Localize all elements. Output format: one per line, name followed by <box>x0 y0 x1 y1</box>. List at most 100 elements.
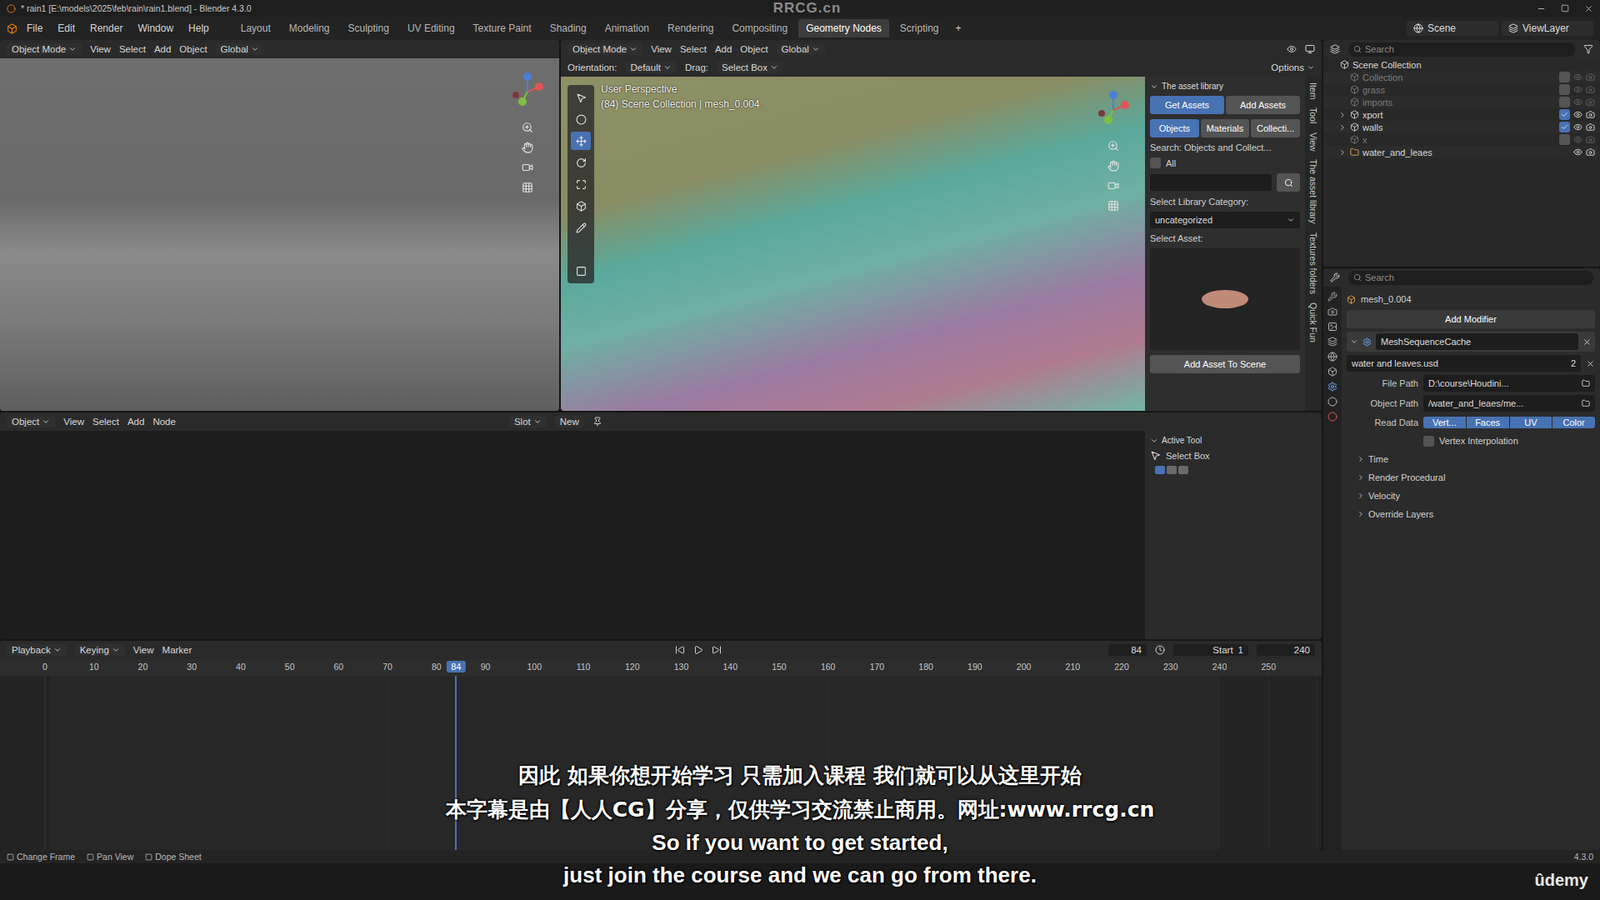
modifier-name[interactable]: MeshSequenceCache <box>1375 333 1579 350</box>
viewport-menu[interactable]: View <box>90 44 111 55</box>
sidebar-tab[interactable]: Quick Fun <box>1308 300 1319 345</box>
material-tab-icon[interactable] <box>1327 411 1338 422</box>
read-data-toggle[interactable]: Vert... <box>1423 416 1466 429</box>
viewport-menu[interactable]: Object <box>179 44 207 55</box>
workspace-tab[interactable]: Animation <box>597 19 657 38</box>
viewport-menu[interactable]: Global <box>215 43 265 55</box>
render-icon[interactable] <box>1585 85 1595 95</box>
outliner-row[interactable]: walls <box>1323 120 1600 134</box>
timeline-menu[interactable]: View <box>133 645 155 655</box>
sidebar-tab[interactable]: Item <box>1308 80 1319 102</box>
filter-icon[interactable] <box>1583 44 1594 55</box>
blender-menu-icon[interactable] <box>6 23 18 35</box>
visibility-icon[interactable] <box>1573 135 1583 145</box>
workspace-tab[interactable]: Modeling <box>281 19 338 38</box>
object-tab-icon[interactable] <box>1327 366 1338 377</box>
physics-tab-icon[interactable] <box>1327 396 1338 407</box>
output-tab-icon[interactable] <box>1327 321 1338 332</box>
navigation-gizmo[interactable] <box>1091 88 1135 212</box>
outliner-row[interactable]: xport <box>1323 108 1600 121</box>
grid-icon[interactable] <box>1107 200 1120 212</box>
exclude-checkbox[interactable] <box>1559 84 1570 95</box>
panel-title[interactable]: The asset library <box>1150 81 1300 91</box>
playhead-badge[interactable]: 84 <box>446 660 465 673</box>
tool-setting-menu[interactable]: Select Box <box>716 61 784 74</box>
timeline-canvas[interactable]: 0102030405060708090100110120130140150160… <box>0 659 1322 850</box>
workspace-tab[interactable]: Sculpting <box>340 19 397 38</box>
node-canvas[interactable] <box>0 430 1145 640</box>
menu-item[interactable]: Render <box>84 20 129 37</box>
viewport-menu[interactable]: Global <box>776 43 825 55</box>
pan-hand-icon[interactable] <box>521 141 534 154</box>
exclude-checkbox[interactable] <box>1559 134 1570 145</box>
pin-icon[interactable] <box>592 416 603 427</box>
menu-item[interactable]: Edit <box>51 20 81 37</box>
slot-dropdown[interactable]: Slot <box>509 415 547 428</box>
pan-hand-icon[interactable] <box>1107 160 1120 172</box>
render-icon[interactable] <box>1585 135 1595 145</box>
asset-preview[interactable] <box>1150 248 1300 350</box>
sidebar-tab[interactable]: The asset library <box>1308 156 1319 227</box>
viewport-menu[interactable]: Select <box>680 44 707 55</box>
workspace-tab[interactable]: Geometry Nodes <box>798 19 890 38</box>
menu-item[interactable]: Window <box>131 20 180 37</box>
menu-item[interactable]: Help <box>182 20 215 37</box>
expand-icon[interactable] <box>1338 123 1347 132</box>
viewport-canvas[interactable]: User Perspective(84) Scene Collection | … <box>560 76 1145 411</box>
viewport-menu[interactable]: Add <box>154 44 171 55</box>
visibility-icon[interactable] <box>1573 110 1583 120</box>
visibility-icon[interactable] <box>1573 72 1583 82</box>
node-editor-menu[interactable]: Add <box>127 416 145 427</box>
tool-button[interactable] <box>570 261 591 280</box>
start-frame-field[interactable]: Start1 <box>1173 644 1249 656</box>
cache-file-field[interactable]: water and leaves.usd2 <box>1346 355 1581 372</box>
asset-button[interactable]: Get Assets <box>1150 95 1225 115</box>
vertex-interpolation-checkbox[interactable] <box>1423 435 1435 447</box>
menu-item[interactable]: File <box>20 20 49 37</box>
playhead-line[interactable] <box>455 675 457 850</box>
jump-start-icon[interactable] <box>675 645 685 655</box>
jump-end-icon[interactable] <box>711 645 722 655</box>
outliner-row[interactable]: grass <box>1323 83 1600 96</box>
workspace-tab[interactable]: Rendering <box>660 19 721 38</box>
visibility-icon[interactable] <box>1573 147 1583 157</box>
timeline-menu[interactable]: Marker <box>162 645 193 655</box>
all-checkbox-row[interactable]: All <box>1150 157 1300 169</box>
vertex-interpolation-row[interactable]: Vertex Interpolation <box>1346 433 1595 449</box>
visibility-icon[interactable] <box>1573 85 1583 95</box>
render-icon[interactable] <box>1585 72 1595 82</box>
workspace-tab[interactable]: Scripting <box>892 19 947 38</box>
workspace-tab[interactable]: Compositing <box>724 19 795 38</box>
asset-type-tab[interactable]: Objects <box>1150 119 1200 138</box>
end-frame-field[interactable]: 240 <box>1256 644 1315 656</box>
tool-button[interactable] <box>570 88 591 107</box>
camera-view-icon[interactable] <box>1107 180 1120 192</box>
outliner-search[interactable]: Search <box>1348 42 1575 57</box>
node-editor-menu[interactable]: Object <box>6 415 55 428</box>
collapsed-section[interactable]: Time <box>1346 451 1595 467</box>
browse-icon[interactable] <box>1581 399 1590 408</box>
new-button[interactable]: New <box>555 415 585 428</box>
tool-button[interactable] <box>570 175 591 194</box>
display-mode-icon[interactable] <box>1330 44 1340 55</box>
axis-gizmo-icon[interactable] <box>505 70 550 114</box>
sidebar-tab[interactable]: Textures folders <box>1308 230 1319 297</box>
property-field[interactable]: /water_and_leaes/me... <box>1423 395 1595 412</box>
all-checkbox[interactable] <box>1150 157 1161 169</box>
read-data-toggle[interactable]: Color <box>1552 416 1595 429</box>
tool-button[interactable] <box>570 240 591 259</box>
viewport-menu[interactable]: Object Mode <box>567 43 643 55</box>
viewport-menu[interactable]: Add <box>715 44 732 55</box>
asset-type-tab[interactable]: Materials <box>1200 119 1250 138</box>
timeline-menu[interactable]: Keying <box>75 644 125 656</box>
read-data-toggle[interactable]: UV <box>1510 416 1553 429</box>
tool-button[interactable] <box>570 153 591 172</box>
asset-search-button[interactable] <box>1276 173 1300 192</box>
zoom-icon[interactable] <box>521 121 534 134</box>
preview-range-icon[interactable] <box>1155 645 1165 655</box>
render-tab-icon[interactable] <box>1327 306 1338 317</box>
modifier-tab-icon[interactable] <box>1327 381 1338 392</box>
viewport-menu[interactable]: View <box>650 44 672 55</box>
close-icon[interactable] <box>1584 4 1594 14</box>
unlink-icon[interactable] <box>1585 359 1595 369</box>
